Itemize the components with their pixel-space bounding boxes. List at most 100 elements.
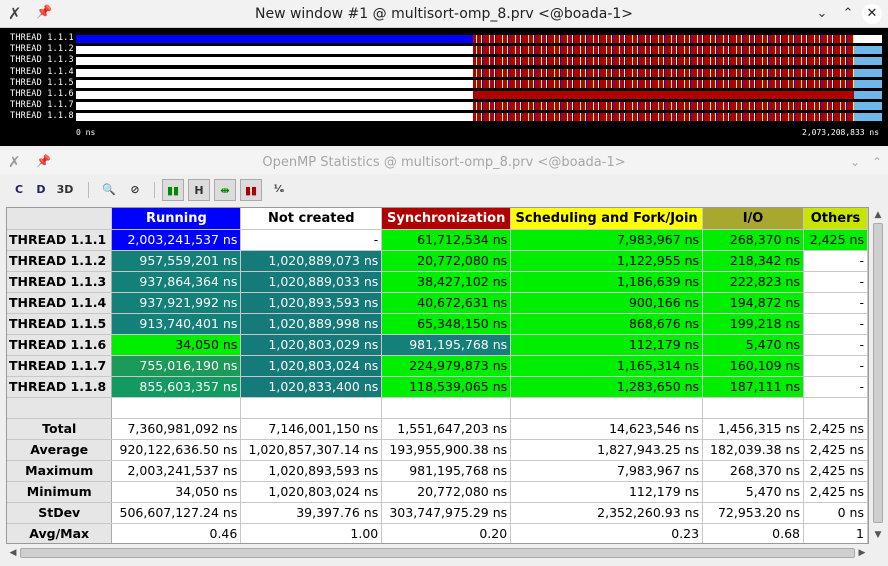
stat-cell[interactable]: 2,352,260.93 ns	[510, 502, 704, 524]
stat-cell[interactable]: 2,425 ns	[803, 481, 868, 503]
stat-cell[interactable]: 2,425 ns	[803, 460, 868, 482]
minimize-button[interactable]: ⌄	[846, 153, 864, 171]
maximize-button[interactable]: ⌃	[838, 4, 858, 24]
timeline-thread-track[interactable]	[76, 57, 882, 66]
stat-cell[interactable]: 112,179 ns	[510, 334, 704, 356]
open-control-window-button[interactable]: C	[8, 179, 30, 201]
stat-cell[interactable]: 855,603,357 ns	[111, 376, 242, 398]
stat-cell[interactable]: 72,953.20 ns	[702, 502, 804, 524]
row-header[interactable]: Total	[7, 418, 113, 440]
column-header[interactable]: Scheduling and Fork/Join	[510, 208, 704, 230]
stat-cell[interactable]: 1,122,955 ns	[510, 250, 704, 272]
timeline-thread-track[interactable]	[76, 35, 882, 43]
horizontal-scrollbar[interactable]: ◀ ▶	[6, 546, 869, 560]
filter-icon[interactable]: ⊘	[124, 179, 146, 201]
stat-cell[interactable]: 34,050 ns	[111, 481, 242, 503]
stat-cell[interactable]: 0.20	[381, 523, 512, 543]
row-header[interactable]: THREAD 1.1.3	[7, 271, 113, 293]
stat-cell[interactable]: 1,020,857,307.14 ns	[240, 439, 383, 461]
stat-cell[interactable]: 1.00	[240, 523, 383, 543]
timeline-thread-track[interactable]	[76, 91, 882, 99]
stat-cell[interactable]: 61,712,534 ns	[381, 229, 512, 251]
stat-cell[interactable]: 193,955,900.38 ns	[381, 439, 512, 461]
stat-cell[interactable]: 39,397.76 ns	[240, 502, 383, 524]
stat-cell[interactable]: 268,370 ns	[702, 229, 804, 251]
scroll-up-icon[interactable]: ▲	[872, 209, 884, 221]
row-header[interactable]: THREAD 1.1.7	[7, 355, 113, 377]
stat-cell[interactable]: 1,020,893,593 ns	[240, 292, 383, 314]
minimize-button[interactable]: ⌄	[812, 4, 832, 24]
row-header[interactable]: THREAD 1.1.5	[7, 313, 113, 335]
stat-cell[interactable]: 1,020,889,073 ns	[240, 250, 383, 272]
row-header[interactable]: THREAD 1.1.8	[7, 376, 113, 398]
column-header[interactable]: Others	[803, 208, 868, 230]
maximize-button[interactable]: ⌃	[868, 153, 886, 171]
timeline-view[interactable]: 0 ns 2,073,208,833 ns THREAD 1.1.1 THREAD…	[0, 28, 888, 146]
row-header[interactable]: Avg/Max	[7, 523, 113, 543]
timeline-thread-track[interactable]	[76, 113, 882, 122]
row-header[interactable]: THREAD 1.1.1	[7, 229, 113, 251]
stat-cell[interactable]: 1,186,639 ns	[510, 271, 704, 293]
stat-cell[interactable]: 5,470 ns	[702, 334, 804, 356]
stat-cell[interactable]: 194,872 ns	[702, 292, 804, 314]
scroll-right-icon[interactable]: ▶	[856, 547, 868, 559]
stat-cell[interactable]: 5,470 ns	[702, 481, 804, 503]
stat-cell[interactable]: 20,772,080 ns	[381, 250, 512, 272]
stat-cell[interactable]: 112,179 ns	[510, 481, 704, 503]
stat-cell[interactable]: 118,539,065 ns	[381, 376, 512, 398]
row-header[interactable]: THREAD 1.1.4	[7, 292, 113, 314]
stat-cell[interactable]: 303,747,975.29 ns	[381, 502, 512, 524]
stat-cell[interactable]: 40,672,631 ns	[381, 292, 512, 314]
stat-cell[interactable]: 0.68	[702, 523, 804, 543]
stat-cell[interactable]: 981,195,768 ns	[381, 460, 512, 482]
semantic-color-button[interactable]: ▮▮	[240, 179, 262, 201]
stat-cell[interactable]: 1,020,889,998 ns	[240, 313, 383, 335]
stat-cell[interactable]: -	[803, 355, 868, 377]
stat-cell[interactable]: -	[803, 250, 868, 272]
stat-cell[interactable]: 900,166 ns	[510, 292, 704, 314]
stat-cell[interactable]: 1,827,943.25 ns	[510, 439, 704, 461]
stat-cell[interactable]: -	[803, 271, 868, 293]
row-header[interactable]: THREAD 1.1.6	[7, 334, 113, 356]
inverse-button[interactable]: ¹⁄ₑ	[268, 179, 290, 201]
stat-cell[interactable]: 0.46	[111, 523, 242, 543]
stat-cell[interactable]: 2,425 ns	[803, 229, 868, 251]
timeline-thread-track[interactable]	[76, 46, 882, 55]
stat-cell[interactable]: 1,020,833,400 ns	[240, 376, 383, 398]
stat-cell[interactable]: -	[803, 292, 868, 314]
stat-cell[interactable]: 1,456,315 ns	[702, 418, 804, 440]
stat-cell[interactable]: 268,370 ns	[702, 460, 804, 482]
stat-cell[interactable]: 1,020,803,029 ns	[240, 334, 383, 356]
stat-cell[interactable]: 2,003,241,537 ns	[111, 460, 242, 482]
open-data-window-button[interactable]: D	[30, 179, 52, 201]
stat-cell[interactable]: 7,360,981,092 ns	[111, 418, 242, 440]
stat-cell[interactable]: 937,864,364 ns	[111, 271, 242, 293]
stat-cell[interactable]: 1,020,893,593 ns	[240, 460, 383, 482]
find-icon[interactable]: 🔍	[98, 179, 120, 201]
stat-cell[interactable]: 1,283,650 ns	[510, 376, 704, 398]
stat-cell[interactable]: 34,050 ns	[111, 334, 242, 356]
stat-cell[interactable]: 65,348,150 ns	[381, 313, 512, 335]
horizontal-button[interactable]: H	[188, 179, 210, 201]
stat-cell[interactable]: 2,425 ns	[803, 418, 868, 440]
stat-cell[interactable]: 38,427,102 ns	[381, 271, 512, 293]
close-button[interactable]: ✕	[862, 4, 882, 24]
stat-cell[interactable]: 14,623,546 ns	[510, 418, 704, 440]
stat-cell[interactable]: 920,122,636.50 ns	[111, 439, 242, 461]
stat-cell[interactable]: 1,020,889,033 ns	[240, 271, 383, 293]
vertical-scrollbar[interactable]: ▲ ▼	[871, 207, 885, 544]
stat-cell[interactable]: -	[803, 334, 868, 356]
stat-cell[interactable]: -	[803, 313, 868, 335]
stat-cell[interactable]: 0.23	[510, 523, 704, 543]
stat-cell[interactable]: 755,016,190 ns	[111, 355, 242, 377]
timeline-window-titlebar[interactable]: ✗ 📌 New window #1 @ multisort-omp_8.prv …	[0, 0, 888, 28]
stat-cell[interactable]: 222,823 ns	[702, 271, 804, 293]
row-header[interactable]: StDev	[7, 502, 113, 524]
stat-cell[interactable]: 2,425 ns	[803, 439, 868, 461]
column-header[interactable]: Synchronization	[381, 208, 512, 230]
column-header[interactable]: Not created	[240, 208, 383, 230]
scroll-down-icon[interactable]: ▼	[872, 529, 884, 541]
stat-cell[interactable]: 506,607,127.24 ns	[111, 502, 242, 524]
stat-cell[interactable]: 7,983,967 ns	[510, 229, 704, 251]
stat-cell[interactable]: 1,020,803,024 ns	[240, 355, 383, 377]
